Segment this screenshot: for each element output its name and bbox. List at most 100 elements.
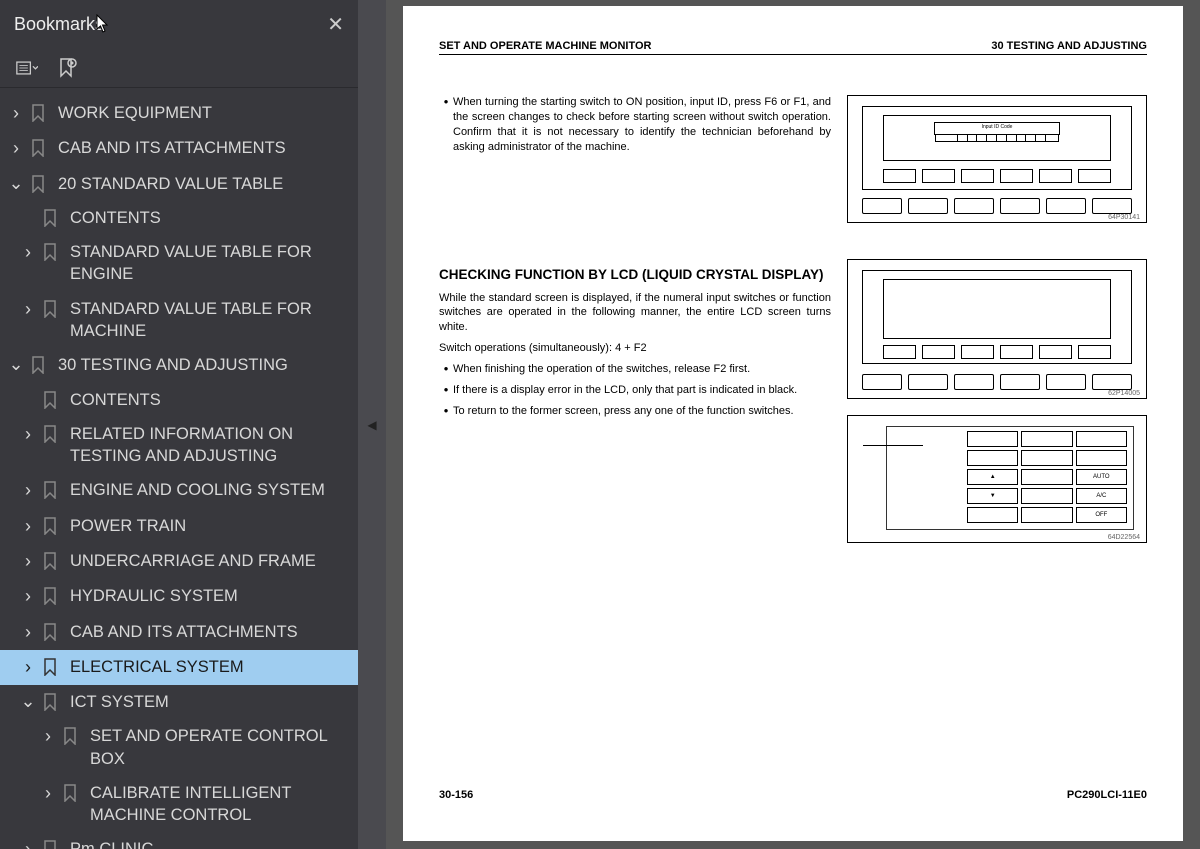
bookmark-icon — [30, 356, 48, 374]
bookmark-label: CALIBRATE INTELLIGENT MACHINE CONTROL — [90, 782, 350, 827]
header-right: 30 TESTING AND ADJUSTING — [991, 40, 1147, 52]
chevron-right-icon[interactable]: › — [20, 584, 36, 608]
bookmark-label: 30 TESTING AND ADJUSTING — [58, 354, 350, 376]
bookmark-icon — [30, 104, 48, 122]
bookmark-label: ICT SYSTEM — [70, 691, 350, 713]
bookmark-item[interactable]: › STANDARD VALUE TABLE FOR ENGINE — [0, 235, 358, 292]
bookmark-icon — [30, 175, 48, 193]
bookmark-item[interactable]: › UNDERCARRIAGE AND FRAME — [0, 544, 358, 579]
footer-left: 30-156 — [439, 789, 473, 801]
bookmark-item[interactable]: › WORK EQUIPMENT — [0, 96, 358, 131]
bookmark-label: STANDARD VALUE TABLE FOR ENGINE — [70, 241, 350, 286]
bookmark-item[interactable]: ⌄ ICT SYSTEM — [0, 685, 358, 719]
bookmarks-list[interactable]: › WORK EQUIPMENT › CAB AND ITS ATTACHMENTS ⌄… — [0, 88, 358, 849]
chevron-right-icon[interactable]: › — [8, 101, 24, 125]
chevron-right-icon[interactable]: › — [20, 549, 36, 573]
close-icon[interactable]: ✕ — [327, 12, 344, 37]
bookmark-icon — [42, 517, 60, 535]
bookmark-icon — [42, 658, 60, 676]
text-column: •When turning the starting switch to ON … — [439, 95, 831, 559]
chevron-right-icon[interactable]: › — [20, 478, 36, 502]
bookmark-icon — [42, 209, 60, 227]
bookmark-label: CAB AND ITS ATTACHMENTS — [70, 621, 350, 643]
bookmark-label: RELATED INFORMATION ON TESTING AND ADJUS… — [70, 423, 350, 468]
bookmark-icon — [42, 243, 60, 261]
document-viewport[interactable]: SET AND OPERATE MACHINE MONITOR 30 TESTI… — [386, 0, 1200, 849]
bookmark-item[interactable]: CONTENTS — [0, 383, 358, 417]
bookmarks-panel: Bookmarks ✕ › WORK EQUIPMENT › CAB AND ITS … — [0, 0, 358, 849]
bullet-text: To return to the former screen, press an… — [453, 404, 831, 419]
chevron-right-icon[interactable]: › — [20, 297, 36, 321]
bookmark-label: ELECTRICAL SYSTEM — [70, 656, 350, 678]
bookmark-label: HYDRAULIC SYSTEM — [70, 585, 350, 607]
chevron-right-icon[interactable]: › — [20, 837, 36, 849]
bookmark-icon — [42, 552, 60, 570]
bookmark-label: STANDARD VALUE TABLE FOR MACHINE — [70, 298, 350, 343]
chevron-right-icon[interactable]: › — [20, 240, 36, 264]
figure-label: 64D22564 — [1108, 534, 1140, 541]
bookmark-current-icon[interactable] — [56, 57, 78, 79]
bookmark-label: Pm CLINIC — [70, 838, 350, 849]
bookmark-item[interactable]: › STANDARD VALUE TABLE FOR MACHINE — [0, 292, 358, 349]
bookmark-item[interactable]: › CAB AND ITS ATTACHMENTS — [0, 131, 358, 166]
bookmark-label: ENGINE AND COOLING SYSTEM — [70, 479, 350, 501]
bookmark-item[interactable]: › RELATED INFORMATION ON TESTING AND ADJU… — [0, 417, 358, 474]
bookmark-item[interactable]: › ENGINE AND COOLING SYSTEM — [0, 473, 358, 508]
bookmark-label: CONTENTS — [70, 389, 350, 411]
bookmark-icon — [42, 623, 60, 641]
header-left: SET AND OPERATE MACHINE MONITOR — [439, 40, 651, 52]
page-header: SET AND OPERATE MACHINE MONITOR 30 TESTI… — [439, 40, 1147, 55]
bookmark-item[interactable]: ›POWER TRAIN — [0, 509, 358, 544]
bookmark-icon — [42, 425, 60, 443]
figure-column: Input ID Code 64P30141 62P14005 — [847, 95, 1147, 559]
pdf-page: SET AND OPERATE MACHINE MONITOR 30 TESTI… — [403, 6, 1183, 841]
chevron-right-icon[interactable]: › — [40, 781, 56, 805]
chevron-down-icon[interactable]: ⌄ — [8, 171, 24, 195]
panel-header: Bookmarks ✕ — [0, 0, 358, 48]
bookmark-label: UNDERCARRIAGE AND FRAME — [70, 550, 350, 572]
bookmark-icon — [42, 481, 60, 499]
paragraph: Switch operations (simultaneously): 4 + … — [439, 341, 831, 356]
chevron-right-icon[interactable]: › — [8, 136, 24, 160]
bookmark-label: 20 STANDARD VALUE TABLE — [58, 173, 350, 195]
bookmark-item[interactable]: ⌄ 30 TESTING AND ADJUSTING — [0, 348, 358, 382]
page-footer: 30-156 PC290LCI-11E0 — [439, 789, 1147, 801]
footer-right: PC290LCI-11E0 — [1067, 789, 1147, 801]
figure-label: 62P14005 — [1108, 390, 1140, 397]
figure-3: ▲AUTO ▼A/C OFF 64D22564 — [847, 415, 1147, 543]
bookmark-item[interactable]: › CALIBRATE INTELLIGENT MACHINE CONTROL — [0, 776, 358, 833]
bookmark-label: CAB AND ITS ATTACHMENTS — [58, 137, 350, 159]
bookmark-icon — [30, 139, 48, 157]
chevron-down-icon[interactable]: ⌄ — [8, 352, 24, 376]
paragraph: While the standard screen is displayed, … — [439, 291, 831, 336]
chevron-right-icon[interactable]: › — [20, 514, 36, 538]
bookmark-label: CONTENTS — [70, 207, 350, 229]
bookmark-item[interactable]: › ELECTRICAL SYSTEM — [0, 650, 358, 685]
chevron-right-icon[interactable]: › — [20, 655, 36, 679]
chevron-down-icon[interactable]: ⌄ — [20, 689, 36, 713]
bookmark-item[interactable]: › CAB AND ITS ATTACHMENTS — [0, 615, 358, 650]
chevron-right-icon[interactable]: › — [40, 724, 56, 748]
bookmark-icon — [62, 727, 80, 745]
bookmark-icon — [42, 587, 60, 605]
bookmark-item[interactable]: › HYDRAULIC SYSTEM — [0, 579, 358, 614]
chevron-right-icon[interactable]: › — [20, 422, 36, 446]
chevron-right-icon[interactable]: › — [20, 620, 36, 644]
bookmark-item[interactable]: › Pm CLINIC — [0, 832, 358, 849]
sidebar-splitter[interactable]: ◀ — [358, 0, 386, 849]
options-icon[interactable] — [16, 57, 38, 79]
bookmark-item[interactable]: › SET AND OPERATE CONTROL BOX — [0, 719, 358, 776]
figure-label: 64P30141 — [1108, 214, 1140, 221]
bookmark-icon — [42, 693, 60, 711]
bookmark-label: SET AND OPERATE CONTROL BOX — [90, 725, 350, 770]
bookmark-icon — [42, 840, 60, 849]
figure-2: 62P14005 — [847, 259, 1147, 399]
figure-1: Input ID Code 64P30141 — [847, 95, 1147, 223]
bookmark-icon — [42, 300, 60, 318]
bookmark-item[interactable]: ⌄ 20 STANDARD VALUE TABLE — [0, 167, 358, 201]
bookmark-label: WORK EQUIPMENT — [58, 102, 350, 124]
bullet-text: If there is a display error in the LCD, … — [453, 383, 831, 398]
bookmark-item[interactable]: CONTENTS — [0, 201, 358, 235]
collapse-icon[interactable]: ◀ — [367, 418, 376, 432]
panel-toolbar — [0, 48, 358, 88]
